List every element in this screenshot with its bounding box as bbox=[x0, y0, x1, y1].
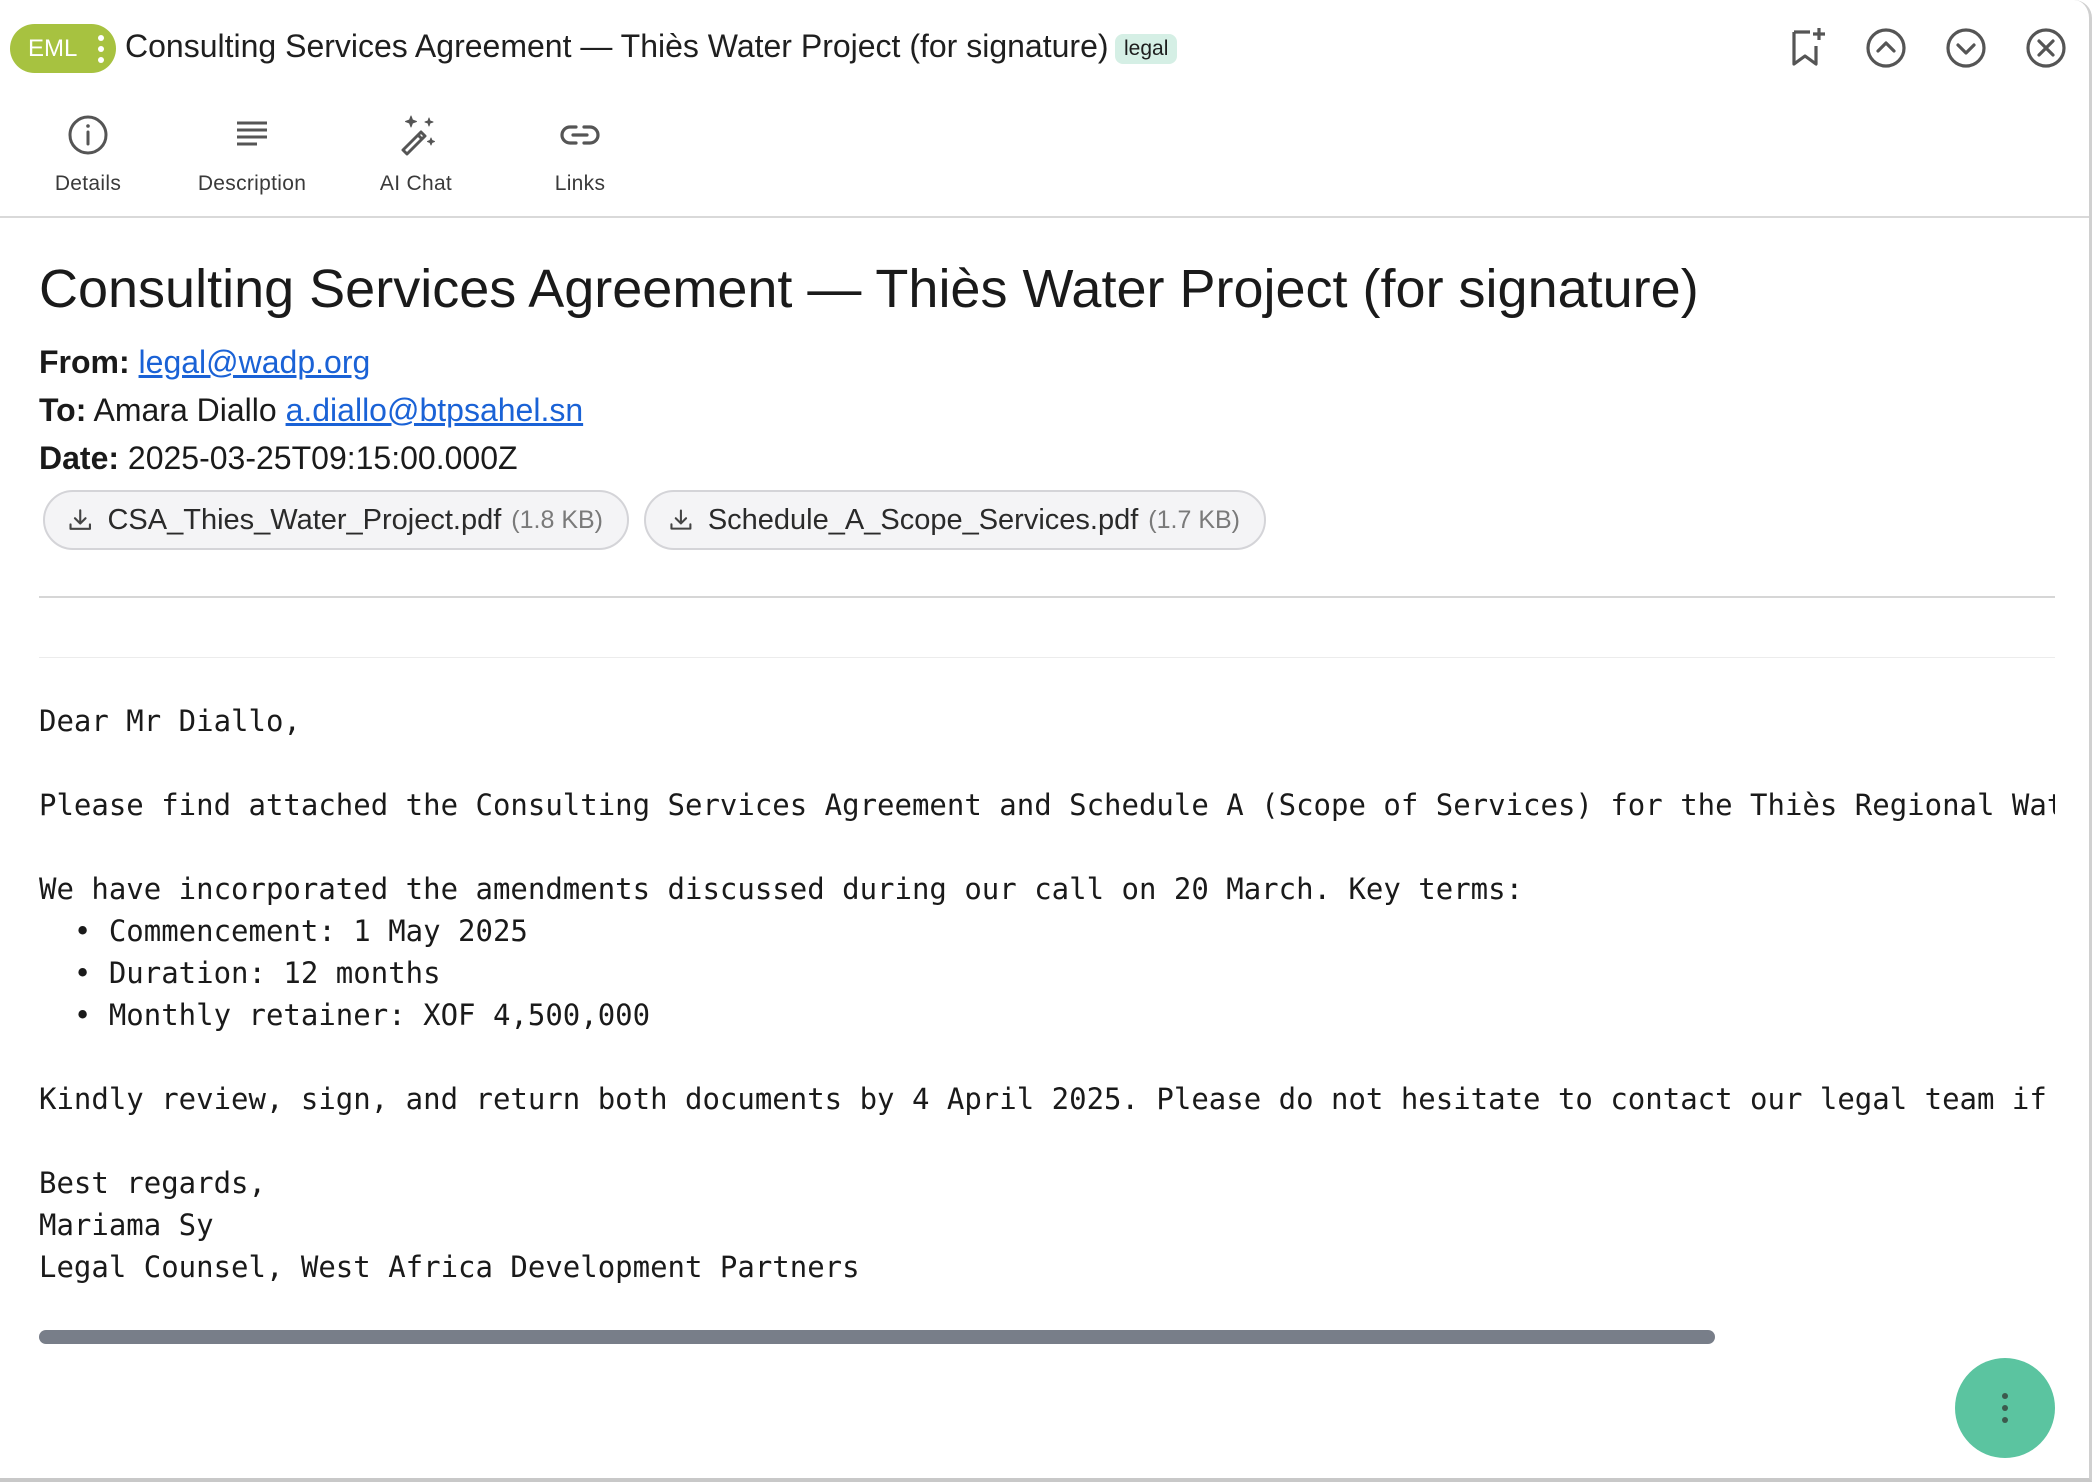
date-label: Date: bbox=[39, 440, 120, 476]
tab-links[interactable]: Links bbox=[505, 112, 655, 196]
info-icon bbox=[68, 115, 108, 155]
body-line: Dear Mr Diallo, bbox=[39, 704, 301, 738]
file-type-chip[interactable]: EML bbox=[10, 24, 116, 73]
email-body: Dear Mr Diallo, Please find attached the… bbox=[39, 700, 2055, 1288]
tab-ai-chat[interactable]: AI Chat bbox=[341, 112, 491, 196]
body-line: Please find attached the Consulting Serv… bbox=[39, 788, 2055, 822]
attachment-name: Schedule_A_Scope_Services.pdf bbox=[707, 503, 1139, 536]
tab-ai-chat-label: AI Chat bbox=[379, 172, 453, 195]
tab-description[interactable]: Description bbox=[177, 112, 327, 196]
body-line: We have incorporated the amendments disc… bbox=[39, 872, 1524, 906]
viewer-toolbar: Details Description AI Chat Links bbox=[0, 98, 2089, 218]
from-row: From: legal@wadp.org bbox=[39, 344, 370, 381]
body-line: • Commencement: 1 May 2025 bbox=[39, 914, 528, 948]
attachment-chip[interactable]: CSA_Thies_Water_Project.pdf (1.8 KB) bbox=[43, 490, 629, 550]
download-icon bbox=[69, 509, 91, 530]
viewer-header: EML Consulting Services Agreement — Thiè… bbox=[0, 0, 2089, 98]
download-icon bbox=[670, 509, 692, 530]
from-label: From: bbox=[39, 344, 130, 380]
link-icon bbox=[560, 125, 600, 145]
date-row: Date: 2025-03-25T09:15:00.000Z bbox=[39, 440, 518, 477]
tab-details-label: Details bbox=[54, 172, 122, 195]
to-row: To: Amara Diallo a.diallo@btpsahel.sn bbox=[39, 392, 583, 429]
description-lines-icon bbox=[237, 121, 267, 146]
magic-wand-icon bbox=[401, 115, 435, 156]
body-line bbox=[39, 1036, 2055, 1078]
attachment-size: (1.7 KB) bbox=[1148, 505, 1240, 534]
from-email-link[interactable]: legal@wadp.org bbox=[139, 344, 371, 380]
tag-badge[interactable]: legal bbox=[1115, 34, 1178, 64]
tab-links-label: Links bbox=[554, 172, 606, 195]
file-type-label: EML bbox=[28, 34, 78, 62]
to-name: Amara Diallo bbox=[93, 392, 277, 428]
close-circle-icon[interactable] bbox=[2022, 24, 2070, 72]
body-line bbox=[39, 826, 2055, 868]
email-subject: Consulting Services Agreement — Thiès Wa… bbox=[39, 259, 1699, 319]
body-line: • Duration: 12 months bbox=[39, 956, 441, 990]
tab-description-label: Description bbox=[197, 172, 307, 195]
window-title: Consulting Services Agreement — Thiès Wa… bbox=[125, 28, 1109, 64]
body-line bbox=[39, 1120, 2055, 1162]
divider bbox=[39, 596, 2055, 598]
email-viewer-window: EML Consulting Services Agreement — Thiè… bbox=[0, 0, 2092, 1482]
attachment-size: (1.8 KB) bbox=[511, 505, 603, 534]
chevron-up-circle-icon[interactable] bbox=[1862, 24, 1910, 72]
body-line bbox=[39, 742, 2055, 784]
attachment-name: CSA_Thies_Water_Project.pdf bbox=[107, 503, 502, 536]
divider bbox=[39, 657, 2055, 658]
tab-details[interactable]: Details bbox=[13, 112, 163, 196]
body-line: Mariama Sy bbox=[39, 1208, 214, 1242]
bookmark-add-icon[interactable] bbox=[1782, 24, 1830, 72]
body-line: Legal Counsel, West Africa Development P… bbox=[39, 1250, 860, 1284]
horizontal-scrollbar[interactable] bbox=[39, 1330, 1715, 1344]
body-line: Best regards, bbox=[39, 1166, 266, 1200]
chevron-down-circle-icon[interactable] bbox=[1942, 24, 1990, 72]
to-email-link[interactable]: a.diallo@btpsahel.sn bbox=[286, 392, 584, 428]
attachment-chip[interactable]: Schedule_A_Scope_Services.pdf (1.7 KB) bbox=[644, 490, 1266, 550]
date-value: 2025-03-25T09:15:00.000Z bbox=[127, 440, 518, 476]
more-actions-fab[interactable] bbox=[1955, 1358, 2055, 1458]
to-label: To: bbox=[39, 392, 87, 428]
more-vert-icon[interactable] bbox=[98, 35, 104, 63]
body-line: • Monthly retainer: XOF 4,500,000 bbox=[39, 998, 651, 1032]
body-line: Kindly review, sign, and return both doc… bbox=[39, 1082, 2055, 1116]
